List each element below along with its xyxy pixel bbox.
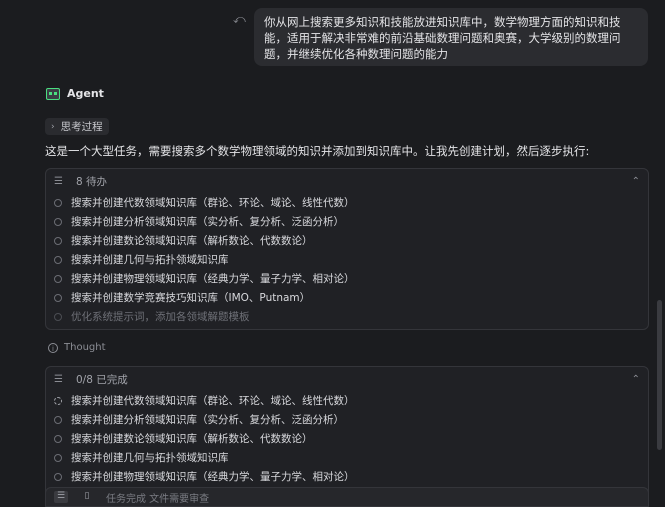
- scrollbar[interactable]: [657, 300, 662, 450]
- list-view-icon[interactable]: ☰: [54, 491, 68, 503]
- status-circle-icon: [54, 236, 62, 245]
- todo-panel-pending: ☰ 8 待办 ⌃ 搜索并创建代数领域知识库（群论、环论、域论、线性代数） 搜索并…: [45, 168, 649, 330]
- undo-icon[interactable]: ⤺: [233, 12, 247, 26]
- todo-progress: 0/8 已完成: [76, 373, 128, 386]
- status-circle-icon: [54, 312, 62, 321]
- info-icon: i: [48, 342, 58, 353]
- thinking-label: 思考过程: [60, 121, 103, 133]
- file-icon[interactable]: ▯: [80, 491, 94, 503]
- todo-item: 搜索并创建数论领域知识库（解析数论、代数数论）: [46, 429, 648, 448]
- collapse-icon[interactable]: ⌃: [632, 176, 640, 187]
- thinking-toggle[interactable]: › 思考过程: [45, 118, 109, 135]
- todo-label: 搜索并创建代数领域知识库（群论、环论、域论、线性代数）: [71, 395, 355, 407]
- status-circle-icon: [54, 217, 62, 226]
- status-circle-icon: [54, 255, 62, 264]
- bottom-toolbar: ☰ ▯ 任务完成 文件需要审查: [45, 487, 649, 507]
- chevron-right-icon: ›: [51, 121, 55, 132]
- agent-header: Agent: [46, 87, 104, 100]
- agent-logo-icon: [46, 87, 60, 100]
- todo-label: 搜索并创建数论领域知识库（解析数论、代数数论）: [71, 433, 313, 445]
- status-circle-icon: [54, 198, 62, 207]
- todo-label: 搜索并创建数论领域知识库（解析数论、代数数论）: [71, 235, 313, 247]
- todo-label: 优化系统提示词，添加各领域解题模板: [71, 311, 250, 323]
- todo-label: 搜索并创建物理领域知识库（经典力学、量子力学、相对论）: [71, 273, 355, 285]
- todo-item: 搜索并创建代数领域知识库（群论、环论、域论、线性代数）: [46, 391, 648, 410]
- checklist-icon: ☰: [54, 373, 63, 385]
- todo-item: 搜索并创建几何与拓扑领域知识库: [46, 250, 648, 269]
- thought-label: Thought: [64, 342, 106, 353]
- todo-label: 搜索并创建物理领域知识库（经典力学、量子力学、相对论）: [71, 471, 355, 483]
- task-status: 任务完成 文件需要审查: [106, 493, 210, 505]
- todo-item: 优化系统提示词，添加各领域解题模板: [46, 307, 648, 326]
- todo-item: 搜索并创建几何与拓扑领域知识库: [46, 448, 648, 467]
- todo-item: 搜索并创建分析领域知识库（实分析、复分析、泛函分析）: [46, 410, 648, 429]
- checklist-icon: ☰: [54, 175, 63, 187]
- user-message: 你从网上搜索更多知识和技能放进知识库中，数学物理方面的知识和技能，适用于解决非常…: [254, 8, 648, 66]
- todo-item: 搜索并创建物理领域知识库（经典力学、量子力学、相对论）: [46, 269, 648, 288]
- collapse-icon[interactable]: ⌃: [632, 374, 640, 385]
- agent-name: Agent: [67, 87, 104, 100]
- todo-item: 搜索并创建物理领域知识库（经典力学、量子力学、相对论）: [46, 467, 648, 486]
- todo-item: 搜索并创建数学竞赛技巧知识库（IMO、Putnam）: [46, 288, 648, 307]
- in-progress-circle-icon: [54, 396, 62, 405]
- todo-label: 搜索并创建代数领域知识库（群论、环论、域论、线性代数）: [71, 197, 355, 209]
- status-circle-icon: [54, 415, 62, 424]
- todo-item: 搜索并创建代数领域知识库（群论、环论、域论、线性代数）: [46, 193, 648, 212]
- todo-panel-progress: ☰ 0/8 已完成 ⌃ 搜索并创建代数领域知识库（群论、环论、域论、线性代数） …: [45, 366, 649, 506]
- status-circle-icon: [54, 293, 62, 302]
- todo-panel-header[interactable]: ☰ 8 待办 ⌃: [46, 169, 648, 193]
- todo-count: 8 待办: [76, 175, 108, 188]
- todo-label: 搜索并创建分析领域知识库（实分析、复分析、泛函分析）: [71, 216, 344, 228]
- status-circle-icon: [54, 274, 62, 283]
- agent-intro-text: 这是一个大型任务，需要搜索多个数学物理领域的知识并添加到知识库中。让我先创建计划…: [45, 144, 590, 158]
- todo-item: 搜索并创建分析领域知识库（实分析、复分析、泛函分析）: [46, 212, 648, 231]
- status-circle-icon: [54, 453, 62, 462]
- todo-label: 搜索并创建数学竞赛技巧知识库（IMO、Putnam）: [71, 292, 311, 304]
- thought-toggle[interactable]: i Thought: [48, 342, 106, 353]
- todo-label: 搜索并创建几何与拓扑领域知识库: [71, 254, 229, 266]
- todo-panel-header[interactable]: ☰ 0/8 已完成 ⌃: [46, 367, 648, 391]
- todo-label: 搜索并创建几何与拓扑领域知识库: [71, 452, 229, 464]
- status-circle-icon: [54, 434, 62, 443]
- status-circle-icon: [54, 472, 62, 481]
- todo-label: 搜索并创建分析领域知识库（实分析、复分析、泛函分析）: [71, 414, 344, 426]
- todo-item: 搜索并创建数论领域知识库（解析数论、代数数论）: [46, 231, 648, 250]
